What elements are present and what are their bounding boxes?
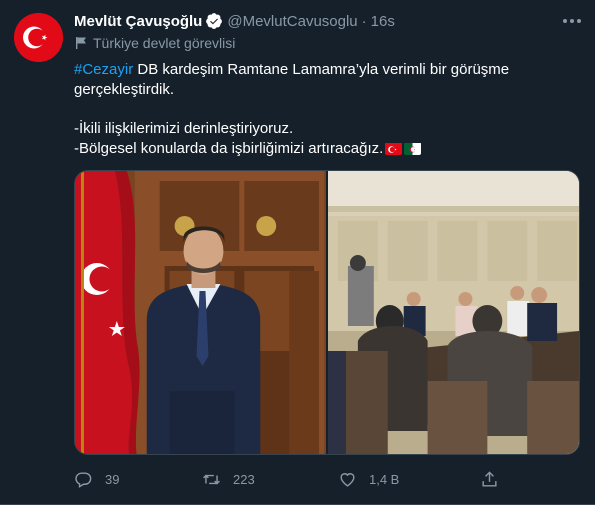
more-dot [570, 19, 574, 23]
retweet-button[interactable]: 223 [202, 468, 255, 490]
tweet-text-line-1: #Cezayir DB kardeşim Ramtane Lamamra’yla… [74, 60, 579, 80]
algeria-flag-emoji [404, 142, 422, 155]
retweet-count: 223 [233, 471, 255, 487]
like-count: 1,4 B [369, 471, 400, 487]
retweet-icon [203, 474, 220, 484]
like-button[interactable]: 1,4 B [338, 468, 399, 490]
photo-minister-with-flag[interactable] [75, 171, 326, 454]
share-button[interactable] [480, 468, 511, 490]
tweet-text-line-1-rest: DB kardeşim Ramtane Lamamra’yla verimli … [133, 61, 510, 78]
author-handle[interactable]: @MevlutCavusoglu [227, 13, 357, 30]
government-flag-icon [76, 37, 86, 49]
tweet-header: Mevlüt Çavuşoğlu @MevlutCavusoglu · 16s [74, 11, 395, 31]
tweet-text: #Cezayir DB kardeşim Ramtane Lamamra’yla… [74, 60, 579, 159]
avatar[interactable] [14, 13, 63, 62]
tweet-text-line-4-text: -Bölgesel konularda da işbirliğimizi art… [74, 140, 384, 157]
tweet[interactable]: Mevlüt Çavuşoğlu @MevlutCavusoglu · 16s … [0, 0, 595, 505]
turkish-flag-avatar-icon [14, 13, 63, 62]
tweet-text-blank [74, 100, 579, 119]
reply-button[interactable]: 39 [74, 468, 119, 490]
heart-icon [340, 472, 355, 487]
account-label-text: Türkiye devlet görevlisi [93, 35, 236, 51]
tweet-actions: 39 223 1,4 B [74, 468, 554, 490]
tweet-text-line-4: -Bölgesel konularda da işbirliğimizi art… [74, 139, 579, 159]
hashtag-link[interactable]: #Cezayir [74, 61, 133, 78]
reply-count: 39 [105, 471, 120, 487]
photo-meeting-room[interactable] [328, 171, 579, 454]
more-dot [577, 19, 581, 23]
verified-badge-icon [206, 13, 223, 29]
header-separator: · [361, 12, 367, 30]
turkey-flag-emoji [385, 142, 403, 155]
more-options-icon[interactable] [563, 12, 581, 30]
author-name[interactable]: Mevlüt Çavuşoğlu [74, 13, 202, 30]
photo-meeting-image [328, 171, 579, 454]
tweet-text-line-3: -İkili ilişkilerimizi derinleştiriyoruz. [74, 120, 294, 137]
tweet-time[interactable]: 16s [371, 13, 395, 30]
reply-icon [75, 471, 92, 488]
photo-minister-image [75, 171, 326, 454]
tweet-text-line-2: gerçekleştirdik. [74, 81, 175, 98]
share-icon [482, 470, 497, 487]
account-label: Türkiye devlet görevlisi [74, 35, 235, 51]
more-dot [563, 19, 567, 23]
tweet-media[interactable] [74, 170, 580, 455]
